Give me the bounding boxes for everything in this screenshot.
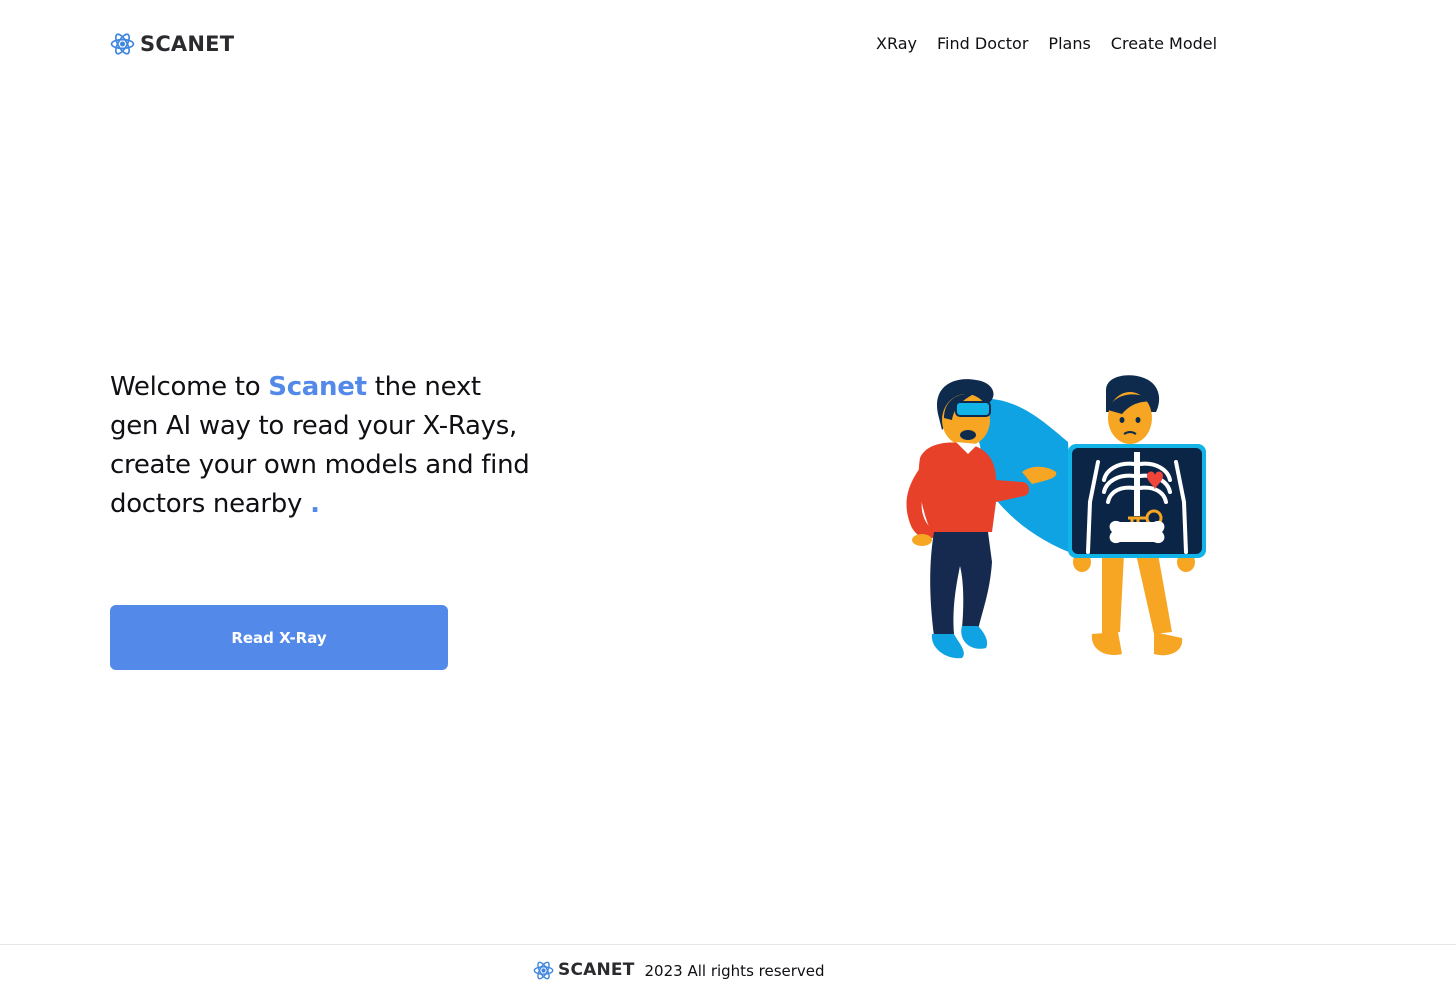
footer-content: SCANET 2023 All rights reserved — [533, 959, 825, 982]
footer-logo[interactable]: SCANET — [533, 959, 635, 982]
hero-title-prefix: Welcome to — [110, 372, 269, 402]
main-nav: XRay Find Doctor Plans Create Model — [876, 34, 1217, 54]
nav-xray[interactable]: XRay — [876, 34, 917, 54]
hero-title: Welcome to Scanet the next gen AI way to… — [110, 368, 530, 524]
logo-text: SCANET — [140, 32, 235, 56]
atom-icon — [110, 33, 135, 55]
nav-create-model[interactable]: Create Model — [1111, 34, 1217, 54]
header: SCANET XRay Find Doctor Plans Create Mod… — [0, 0, 1456, 88]
footer: SCANET 2023 All rights reserved — [0, 944, 1456, 994]
footer-copyright: 2023 All rights reserved — [644, 961, 825, 980]
atom-icon — [533, 961, 554, 980]
nav-plans[interactable]: Plans — [1048, 34, 1090, 54]
hero-title-dot: . — [310, 489, 320, 519]
hero-illustration — [906, 375, 1206, 659]
footer-logo-text: SCANET — [558, 960, 635, 980]
page: SCANET XRay Find Doctor Plans Create Mod… — [0, 0, 1456, 994]
logo[interactable]: SCANET — [110, 30, 234, 58]
nav-find-doctor[interactable]: Find Doctor — [937, 34, 1028, 54]
hero-title-brand: Scanet — [268, 372, 367, 402]
read-xray-button[interactable]: Read X-Ray — [110, 605, 448, 670]
